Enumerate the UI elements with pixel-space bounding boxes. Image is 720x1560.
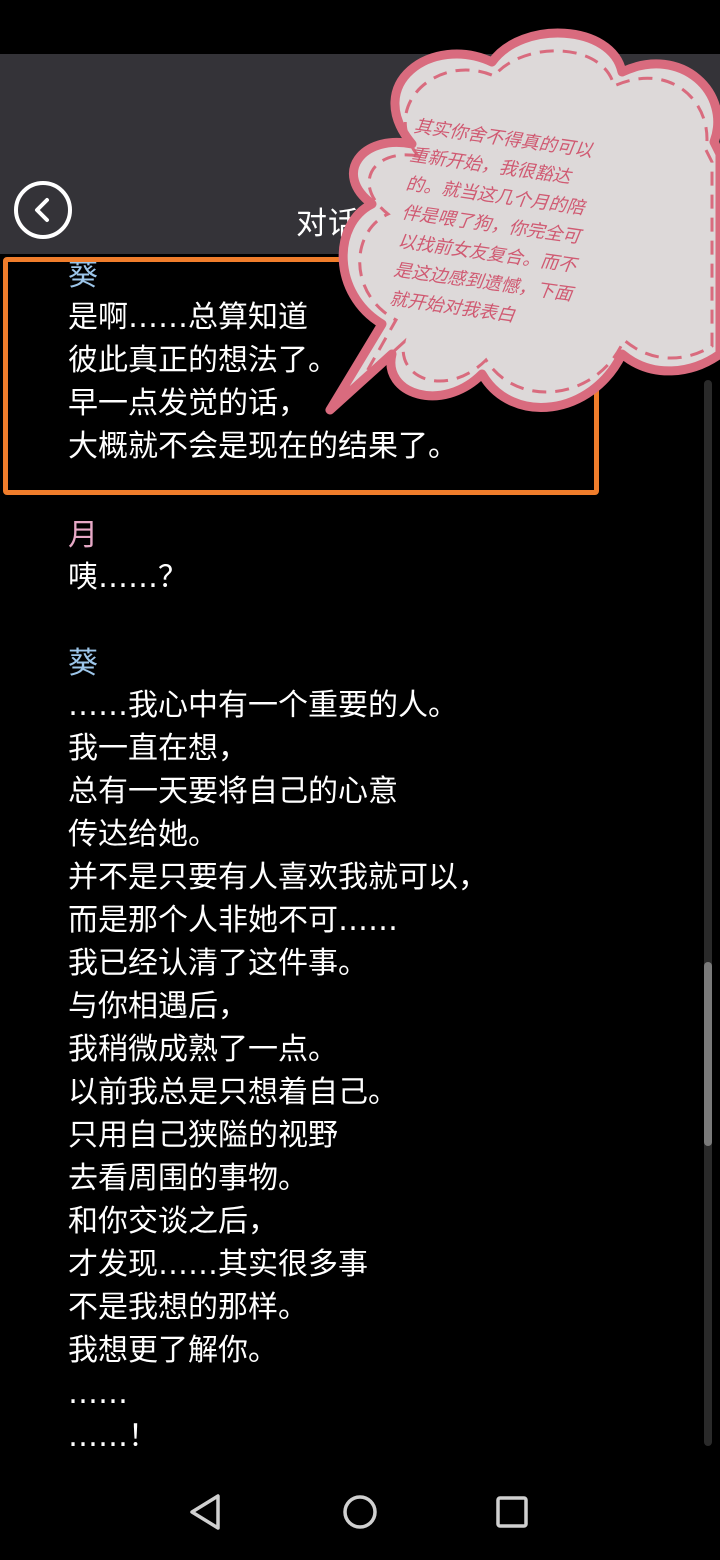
circle-home-icon[interactable] [336,1488,384,1536]
dialogue-line: 只用自己狭隘的视野 [68,1118,338,1153]
navigation-bar [0,1464,720,1560]
speaker-name: 月 [68,518,98,553]
dialogue-line: 不是我想的那样。 [68,1290,308,1325]
dialogue-line: 而是那个人非她不可…… [68,903,398,938]
dialogue-entry: 葵 ……我心中有一个重要的人。 我一直在想， 总有一天要将自己的心意 传达给她。… [68,644,488,1458]
dialogue-line: 去看周围的事物。 [68,1161,308,1196]
dialogue-line: 总有一天要将自己的心意 [68,774,398,809]
dialogue-line: ……！ [68,1419,158,1454]
square-recents-icon[interactable] [488,1488,536,1536]
annotation-text: 其实你舍不得真的可以 重新开始，我很豁达 的。就当这几个月的陪 伴是喂了狗，你完… [388,112,713,355]
scrollbar-thumb[interactable] [704,962,712,1146]
scrollbar-track[interactable] [704,380,712,1446]
dialogue-entry: 月 咦……？ [68,516,188,599]
dialogue-line: 咦……？ [68,560,188,595]
dialogue-line: 我想更了解你。 [68,1333,278,1368]
dialogue-line: 以前我总是只想着自己。 [68,1075,398,1110]
dialogue-line: 和你交谈之后， [68,1204,278,1239]
dialogue-line: 并不是只要有人喜欢我就可以， [68,860,488,895]
dialogue-line: 与你相遇后， [68,989,248,1024]
dialogue-line: …… [68,1376,128,1411]
dialogue-line: 我稍微成熟了一点。 [68,1032,338,1067]
dialogue-line: ……我心中有一个重要的人。 [68,688,458,723]
speaker-name: 葵 [68,646,98,681]
triangle-back-icon[interactable] [182,1488,230,1536]
dialogue-line: 传达给她。 [68,817,218,852]
dialogue-line: 才发现……其实很多事 [68,1247,368,1282]
dialogue-line: 我一直在想， [68,731,248,766]
dialogue-line: 我已经认清了这件事。 [68,946,368,981]
